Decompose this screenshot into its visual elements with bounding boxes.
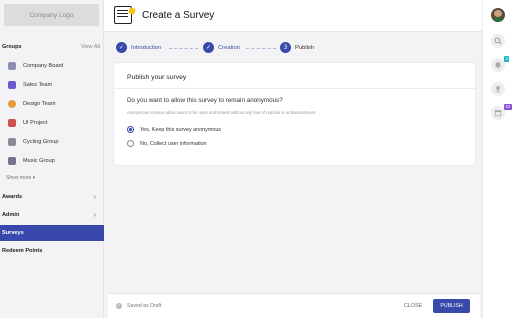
check-icon: ✓ — [116, 42, 127, 53]
step-publish[interactable]: 3 Publish — [280, 42, 314, 53]
group-icon — [8, 100, 16, 108]
check-circle-icon: ✓ — [116, 303, 122, 309]
show-more-link[interactable]: Show more ▾ — [6, 175, 35, 181]
close-button[interactable]: CLOSE — [404, 303, 422, 309]
sidebar-group-company-board[interactable]: Company Board — [8, 60, 100, 72]
draft-status-text: Saved as Draft — [127, 303, 162, 309]
sidebar: Company Logo Groups View All Company Boa… — [0, 0, 104, 318]
group-icon — [8, 62, 16, 70]
tasks-badge: 63 — [504, 104, 512, 110]
radio-unselected-icon[interactable] — [127, 140, 134, 147]
step-connector — [246, 48, 276, 49]
group-label: Company Board — [23, 63, 64, 69]
step-label: Creation — [218, 44, 240, 51]
company-logo[interactable]: Company Logo — [4, 4, 99, 26]
step-introduction[interactable]: ✓ Introduction — [116, 42, 161, 53]
step-number: 3 — [280, 42, 291, 53]
trophy-icon[interactable] — [491, 82, 505, 96]
sidebar-item-awards[interactable]: Awards › — [0, 189, 104, 205]
sidebar-item-admin[interactable]: Admin › — [0, 207, 104, 223]
anonymity-question: Do you want to allow this survey to rema… — [127, 97, 283, 104]
group-label: UI Project — [23, 120, 48, 126]
card-title: Publish your survey — [127, 74, 187, 81]
anonymity-hint: Anonymous surveys allow users to be open… — [127, 110, 317, 115]
group-label: Music Group — [23, 158, 55, 164]
option-label: No, Collect user information — [140, 140, 207, 147]
step-label: Introduction — [131, 44, 162, 51]
divider — [114, 88, 475, 89]
option-anonymous[interactable]: Yes, Keep this survey anonymous — [127, 126, 221, 133]
radio-selected-icon[interactable] — [127, 126, 134, 133]
publish-card: Publish your survey Do you want to allow… — [114, 63, 475, 165]
avatar[interactable] — [491, 8, 505, 22]
groups-title: Groups — [2, 44, 22, 50]
chevron-right-icon: › — [93, 211, 96, 219]
sidebar-group-music-group[interactable]: Music Group — [8, 155, 100, 167]
group-icon — [8, 138, 16, 146]
search-icon[interactable] — [491, 34, 505, 48]
action-footer: ✓ Saved as Draft CLOSE PUBLISH — [108, 293, 480, 318]
nav-label: Redeem Points — [2, 248, 43, 254]
nav-label: Surveys — [2, 230, 24, 236]
page-title: Create a Survey — [142, 10, 215, 21]
right-rail: 3 63 — [482, 0, 512, 318]
group-icon — [8, 119, 16, 127]
group-icon — [8, 157, 16, 165]
group-label: Design Team — [23, 101, 56, 107]
check-icon: ✓ — [203, 42, 214, 53]
sidebar-group-ui-project[interactable]: UI Project — [8, 117, 100, 129]
groups-header: Groups View All — [2, 44, 100, 50]
group-label: Sales Team — [23, 82, 53, 88]
publish-button[interactable]: PUBLISH — [433, 299, 470, 313]
option-label: Yes, Keep this survey anonymous — [140, 126, 222, 133]
page-header: Create a Survey — [104, 0, 482, 32]
step-label: Publish — [295, 44, 315, 51]
step-creation[interactable]: ✓ Creation — [203, 42, 240, 53]
draft-status: ✓ Saved as Draft — [116, 303, 161, 309]
option-collect-info[interactable]: No, Collect user information — [127, 140, 207, 147]
sidebar-group-design-team[interactable]: Design Team — [8, 98, 100, 110]
chevron-right-icon: › — [93, 193, 96, 201]
step-connector — [169, 48, 198, 49]
notifications-badge: 3 — [504, 56, 510, 62]
survey-clipboard-icon — [114, 6, 132, 24]
bell-icon[interactable] — [491, 58, 505, 72]
group-label: Cycling Group — [23, 139, 59, 145]
calendar-icon[interactable] — [491, 106, 505, 120]
group-icon — [8, 81, 16, 89]
progress-stepper: ✓ Introduction ✓ Creation 3 Publish — [114, 42, 474, 54]
sidebar-item-surveys[interactable]: Surveys — [0, 225, 104, 241]
sidebar-group-cycling-group[interactable]: Cycling Group — [8, 136, 100, 148]
nav-label: Admin — [2, 212, 20, 218]
view-all-link[interactable]: View All — [81, 44, 100, 50]
sidebar-item-redeem-points[interactable]: Redeem Points — [0, 243, 104, 259]
sidebar-group-sales-team[interactable]: Sales Team — [8, 79, 100, 91]
nav-label: Awards — [2, 194, 23, 200]
